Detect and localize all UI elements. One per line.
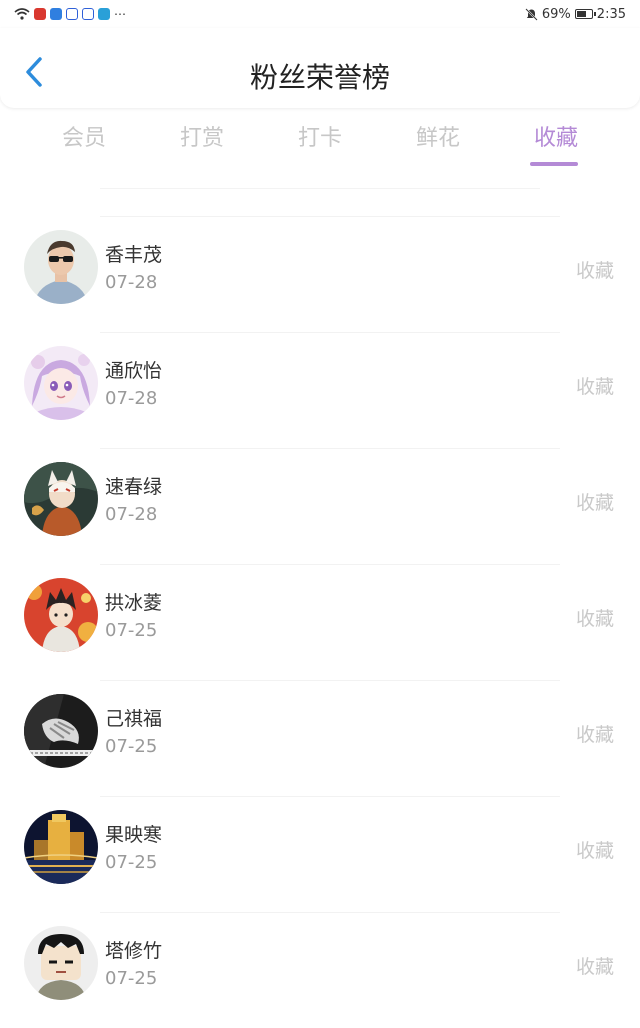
list-item[interactable]: 拱冰菱 07-25 收藏 [0, 564, 640, 680]
fan-date: 07-25 [105, 852, 158, 873]
cloud-app-icon [50, 8, 62, 20]
divider [100, 332, 560, 333]
list-item[interactable]: 通欣怡 07-28 收藏 [0, 332, 640, 448]
avatar[interactable] [24, 926, 98, 1000]
divider [100, 564, 560, 565]
fan-date: 07-28 [105, 504, 158, 525]
list-item[interactable]: 速春绿 07-28 收藏 [0, 448, 640, 564]
tab-label: 打卡 [297, 126, 342, 151]
battery-level [576, 11, 586, 17]
avatar[interactable] [24, 462, 98, 536]
fan-name: 香丰茂 [105, 244, 163, 266]
divider [100, 912, 560, 913]
more-dots-icon: ⋯ [114, 7, 127, 21]
fan-date: 07-25 [105, 968, 158, 989]
fan-name: 速春绿 [105, 476, 163, 498]
list-item[interactable]: 果映寒 07-25 收藏 [0, 796, 640, 912]
fan-date: 07-28 [105, 272, 158, 293]
tab-label: 收藏 [533, 126, 578, 151]
fan-name: 拱冰菱 [105, 592, 163, 614]
header-bar: 粉丝荣誉榜 [0, 28, 640, 108]
divider [100, 448, 560, 449]
tab-checkin[interactable]: 打卡 [270, 120, 370, 152]
avatar[interactable] [24, 810, 98, 884]
list-item[interactable]: 塔修竹 07-25 收藏 [0, 912, 640, 1028]
tablet-app-icon [98, 8, 110, 20]
fan-name: 通欣怡 [105, 360, 163, 382]
avatar[interactable] [24, 230, 98, 304]
divider [100, 680, 560, 681]
favorite-label: 收藏 [575, 956, 614, 978]
battery-percent: 69% [541, 6, 571, 22]
divider [100, 188, 540, 189]
active-tab-indicator [530, 162, 578, 166]
status-left-icons: ⋯ [14, 7, 127, 21]
avatar[interactable] [24, 694, 98, 768]
fan-name: 己祺福 [105, 708, 163, 730]
wifi-icon [14, 8, 30, 20]
battery-icon [574, 9, 596, 19]
fan-date: 07-25 [105, 736, 158, 757]
favorite-label: 收藏 [575, 260, 614, 282]
tab-flowers[interactable]: 鲜花 [388, 120, 488, 152]
fan-name: 塔修竹 [105, 940, 163, 962]
favorite-label: 收藏 [575, 840, 614, 862]
tab-label: 会员 [61, 126, 106, 151]
tab-label: 鲜花 [415, 126, 460, 151]
avatar[interactable] [24, 346, 98, 420]
tab-bar: 会员 打赏 打卡 鲜花 收藏 [0, 120, 640, 170]
tab-favorites[interactable]: 收藏 [506, 120, 606, 166]
favorite-label: 收藏 [575, 608, 614, 630]
tab-label: 打赏 [179, 126, 224, 151]
list-item[interactable]: 香丰茂 07-28 收藏 [0, 216, 640, 332]
fan-date: 07-25 [105, 620, 158, 641]
favorite-label: 收藏 [575, 724, 614, 746]
clock: 2:35 [596, 6, 626, 22]
fan-name: 果映寒 [105, 824, 163, 846]
tab-members[interactable]: 会员 [34, 120, 134, 152]
status-bar: ⋯ 69% 2:35 [0, 0, 640, 28]
mute-bell-icon [525, 7, 538, 21]
news-app-icon [34, 8, 46, 20]
fan-date: 07-28 [105, 388, 158, 409]
list-item[interactable]: 己祺福 07-25 收藏 [0, 680, 640, 796]
page-title: 粉丝荣誉榜 [249, 61, 390, 94]
divider [100, 216, 560, 217]
status-right: 69% 2:35 [525, 7, 626, 22]
favorite-label: 收藏 [575, 376, 614, 398]
favorite-label: 收藏 [575, 492, 614, 514]
tab-rewards[interactable]: 打赏 [152, 120, 252, 152]
avatar[interactable] [24, 578, 98, 652]
baidu-app-icon [66, 8, 78, 20]
divider [100, 796, 560, 797]
baidu-app-icon-2 [82, 8, 94, 20]
